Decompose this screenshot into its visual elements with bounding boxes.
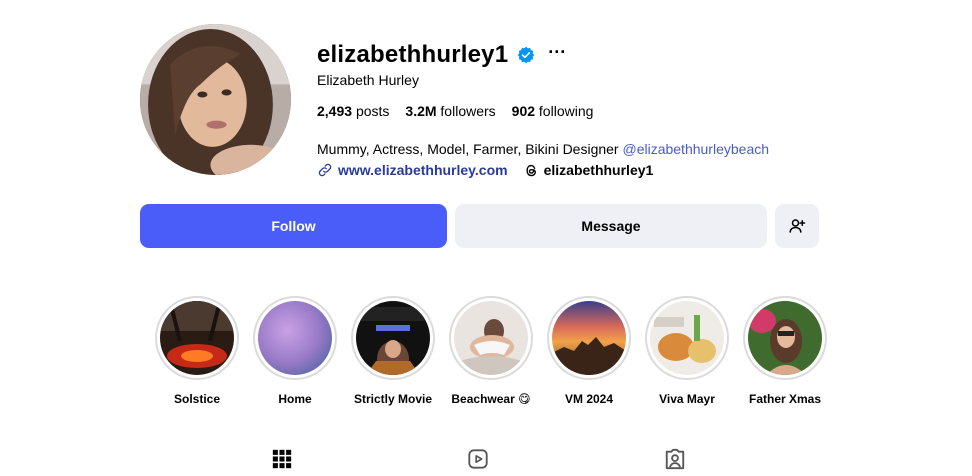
highlight-label: Beachwear 😋: [451, 392, 531, 406]
highlight-item[interactable]: Viva Mayr: [644, 296, 730, 406]
verified-badge-icon: [518, 46, 535, 64]
username-row: elizabethhurley1 ···: [317, 40, 566, 70]
tab-tagged[interactable]: [664, 448, 688, 472]
followers-value: 3.2M: [405, 103, 437, 119]
highlight-item[interactable]: Strictly Movie: [350, 296, 436, 406]
highlight-cover: [258, 301, 332, 375]
username: elizabethhurley1: [317, 41, 509, 68]
highlight-cover: [650, 301, 724, 375]
tagged-icon: [665, 448, 685, 470]
highlight-ring: [155, 296, 239, 380]
threads-link[interactable]: elizabethhurley1: [524, 162, 654, 178]
tab-posts[interactable]: [271, 448, 295, 472]
highlight-cover: [748, 301, 822, 375]
following-value: 902: [511, 103, 536, 119]
highlight-label: Home: [278, 392, 312, 406]
followers-link[interactable]: 3.2M followers: [405, 103, 495, 119]
posts-label: posts: [355, 103, 390, 119]
highlight-item[interactable]: Beachwear 😋: [448, 296, 534, 406]
bio-text: Mummy, Actress, Model, Farmer, Bikini De…: [317, 141, 623, 157]
profile-avatar[interactable]: [140, 24, 291, 175]
tab-reels[interactable]: [467, 448, 491, 472]
highlight-item[interactable]: Father Xmas: [742, 296, 828, 406]
highlight-ring: [743, 296, 827, 380]
grid-icon: [272, 449, 292, 469]
reels-icon: [468, 449, 488, 469]
bio: Mummy, Actress, Model, Farmer, Bikini De…: [317, 141, 769, 157]
posts-value: 2,493: [317, 103, 353, 119]
threads-handle: elizabethhurley1: [543, 162, 654, 178]
link-icon: [318, 163, 332, 177]
highlight-item[interactable]: Solstice: [154, 296, 240, 406]
following-label: following: [538, 103, 594, 119]
highlight-ring: [645, 296, 729, 380]
highlight-label: VM 2024: [564, 392, 614, 406]
add-person-icon: [789, 219, 806, 233]
profile-stats: 2,493 posts 3.2M followers 902 following: [317, 103, 593, 119]
full-name: Elizabeth Hurley: [317, 72, 419, 88]
highlight-ring: [253, 296, 337, 380]
suggested-users-button[interactable]: [775, 204, 819, 248]
highlight-label: Viva Mayr: [659, 392, 715, 406]
highlight-item[interactable]: VM 2024: [546, 296, 632, 406]
following-link[interactable]: 902 following: [512, 103, 594, 119]
website-text: www.elizabethhurley.com: [338, 162, 508, 178]
message-button[interactable]: Message: [455, 204, 767, 248]
bio-mention-link[interactable]: @elizabethhurleybeach: [622, 141, 769, 157]
links-row: www.elizabethhurley.com elizabethhurley1: [317, 162, 653, 178]
avatar-photo: [140, 24, 291, 175]
threads-icon: [526, 164, 536, 176]
profile-tabs: [140, 448, 819, 476]
story-highlights: Solstice Home Strictly Movie Beachwear 😋…: [154, 296, 828, 406]
highlight-cover: [552, 301, 626, 375]
highlight-ring: [351, 296, 435, 380]
highlight-ring: [449, 296, 533, 380]
highlight-ring: [547, 296, 631, 380]
more-options-button[interactable]: ···: [548, 43, 566, 61]
follow-button[interactable]: Follow: [140, 204, 447, 248]
followers-label: followers: [440, 103, 496, 119]
highlight-item[interactable]: Home: [252, 296, 338, 406]
highlight-cover: [160, 301, 234, 375]
highlight-cover: [454, 301, 528, 375]
website-link[interactable]: www.elizabethhurley.com: [317, 162, 508, 178]
highlight-label: Father Xmas: [748, 392, 822, 406]
highlight-label: Strictly Movie: [353, 392, 433, 406]
highlight-cover: [356, 301, 430, 375]
highlight-label: Solstice: [173, 392, 221, 406]
posts-count: 2,493 posts: [317, 103, 389, 119]
profile-page: elizabethhurley1 ··· Elizabeth Hurley 2,…: [0, 0, 972, 476]
